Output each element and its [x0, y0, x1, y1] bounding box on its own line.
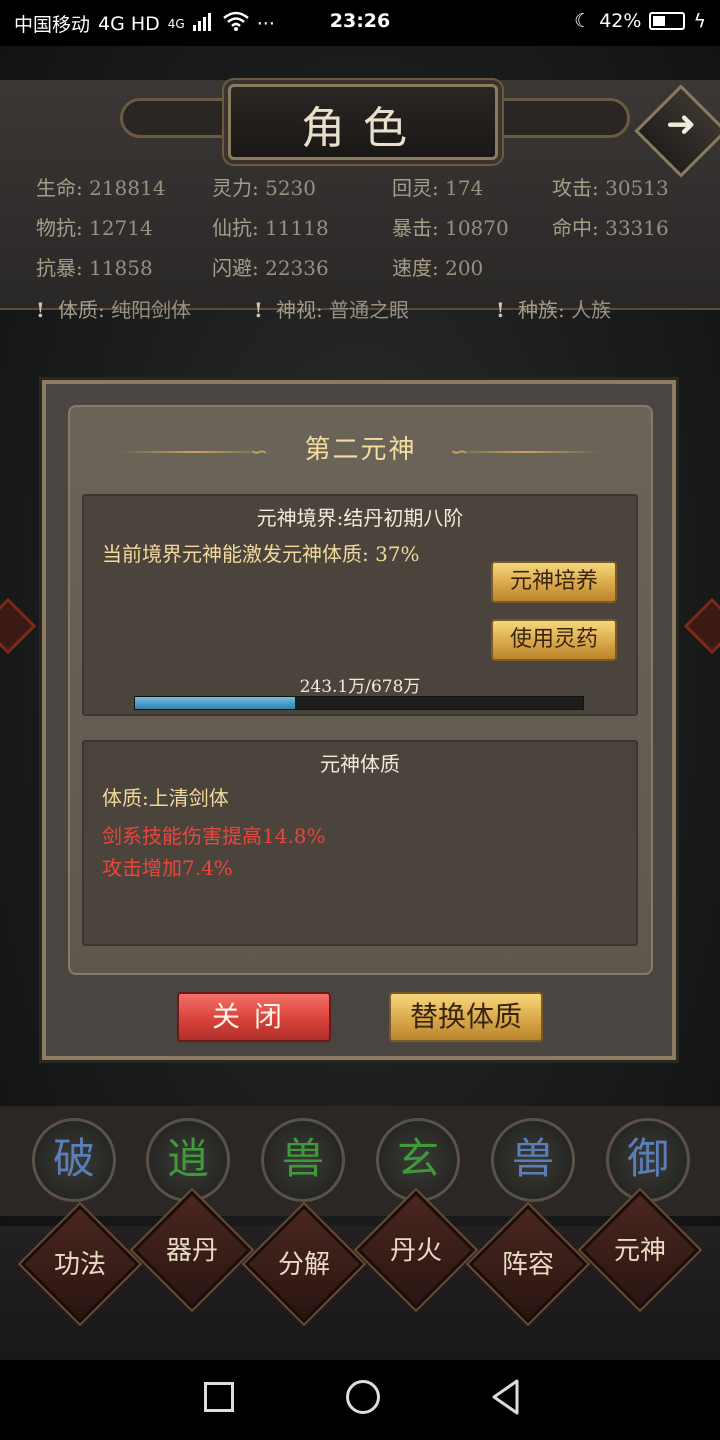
stat-label: 暴击: — [392, 216, 439, 240]
menu-item-label: 器丹 — [165, 1236, 218, 1266]
effect-line: 剑系技能伤害提高14.8% — [102, 824, 326, 848]
cultivate-button[interactable]: 元神培养 — [491, 561, 617, 603]
stat-item: 仙抗: 11118 — [212, 212, 329, 241]
stat-item: 回灵: 174 — [392, 172, 483, 201]
stat-label: 速度: — [392, 256, 439, 280]
menu-item-label: 分解 — [277, 1250, 330, 1280]
info-icon: ! — [254, 298, 263, 322]
stat-item: 物抗: 12714 — [36, 212, 153, 241]
stat-item: 闪避: 22336 — [212, 252, 329, 281]
cloud-ornament-right-icon — [480, 98, 630, 138]
trait-item[interactable]: ! 体质: 纯阳剑体 — [36, 294, 191, 323]
skill-slot[interactable]: 破 — [32, 1118, 116, 1202]
stat-value: 200 — [438, 256, 484, 280]
stat-item: 抗暴: 11858 — [36, 252, 153, 281]
activation-text: 当前境界元神能激发元神体质: 37% — [102, 542, 420, 566]
left-edge-diamond-icon — [0, 597, 37, 655]
trait-value: 纯阳剑体 — [104, 298, 192, 322]
info-icon: ! — [496, 298, 505, 322]
menu-item-label: 丹火 — [389, 1236, 442, 1266]
stat-label: 攻击: — [552, 176, 599, 200]
stat-label: 生命: — [36, 176, 83, 200]
status-bar: 中国移动 4G HD 4G ··· 23:26 ☾ 42% ϟ — [0, 0, 720, 46]
replace-constitution-button[interactable]: 替换体质 — [389, 992, 543, 1042]
stat-value: 5230 — [258, 176, 317, 200]
stat-item: 暴击: 10870 — [392, 212, 509, 241]
progress-text: 243.1万/678万 — [299, 677, 421, 697]
trait-label: 体质: — [58, 298, 105, 322]
skill-slot[interactable]: 兽 — [261, 1118, 345, 1202]
battery-icon — [649, 12, 686, 30]
recents-button[interactable] — [204, 1382, 234, 1412]
trait-label: 种族: — [518, 298, 565, 322]
stat-value: 12714 — [82, 216, 153, 240]
home-button[interactable] — [346, 1380, 380, 1414]
trait-item[interactable]: ! 种族: 人族 — [496, 294, 611, 323]
menu-item-label: 功法 — [53, 1250, 106, 1280]
skill-slot[interactable]: 玄 — [376, 1118, 460, 1202]
skill-slot[interactable]: 御 — [606, 1118, 690, 1202]
cultivation-progress-bar — [134, 696, 584, 710]
stat-label: 抗暴: — [36, 256, 83, 280]
stat-value: 11118 — [258, 216, 329, 240]
stat-label: 闪避: — [212, 256, 259, 280]
stat-item: 灵力: 5230 — [212, 172, 316, 201]
realm-label: 元神境界:结丹初期八阶 — [256, 506, 464, 530]
stat-item: 命中: 33316 — [552, 212, 669, 241]
charging-icon: ϟ — [693, 10, 706, 32]
skill-slot[interactable]: 兽 — [491, 1118, 575, 1202]
stat-item: 生命: 218814 — [36, 172, 165, 201]
stat-label: 物抗: — [36, 216, 83, 240]
menu-item-label: 元神 — [613, 1236, 666, 1266]
trait-value: 普通之眼 — [322, 298, 410, 322]
dialog-title: 第二元神 — [304, 435, 417, 465]
trait-item[interactable]: ! 神视: 普通之眼 — [254, 294, 409, 323]
stat-value: 174 — [438, 176, 484, 200]
close-button[interactable]: 关闭 — [177, 992, 331, 1042]
use-elixir-button[interactable]: 使用灵药 — [491, 619, 617, 661]
constitution-name: 体质:上清剑体 — [102, 786, 229, 810]
stat-item: 攻击: 30513 — [552, 172, 669, 201]
stat-label: 命中: — [552, 216, 599, 240]
back-button[interactable] — [490, 1378, 520, 1416]
right-edge-diamond-icon — [683, 597, 720, 655]
stat-label: 灵力: — [212, 176, 259, 200]
arrow-right-icon: ➜ — [665, 104, 697, 145]
stat-label: 仙抗: — [212, 216, 259, 240]
skill-slot[interactable]: 逍 — [146, 1118, 230, 1202]
battery-percent: 42% — [599, 10, 642, 32]
trait-label: 神视: — [276, 298, 323, 322]
stat-value: 30513 — [598, 176, 669, 200]
effect-line: 攻击增加7.4% — [102, 856, 233, 880]
stat-value: 10870 — [438, 216, 509, 240]
constitution-header: 元神体质 — [320, 752, 400, 776]
stat-item: 速度: 200 — [392, 252, 483, 281]
info-icon: ! — [36, 298, 45, 322]
menu-item-label: 阵容 — [501, 1250, 554, 1280]
stat-value: 22336 — [258, 256, 329, 280]
stat-label: 回灵: — [392, 176, 439, 200]
moon-icon: ☾ — [574, 10, 592, 32]
trait-value: 人族 — [564, 298, 612, 322]
stat-value: 33316 — [598, 216, 669, 240]
stat-value: 218814 — [82, 176, 166, 200]
stat-value: 11858 — [82, 256, 153, 280]
page-title: 角色 — [301, 103, 425, 154]
